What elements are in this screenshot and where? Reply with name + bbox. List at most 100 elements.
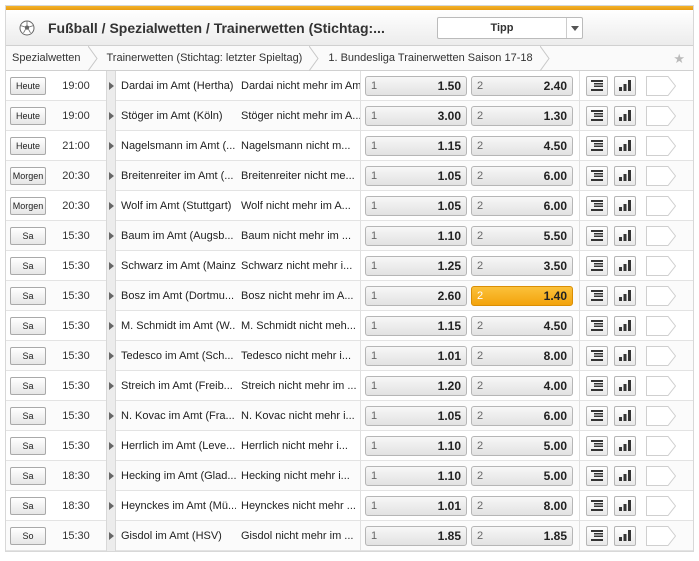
odds-button-2[interactable]: 2 6.00 — [471, 405, 573, 426]
odds-button-2[interactable]: 2 4.50 — [471, 315, 573, 336]
bar-chart-icon[interactable] — [614, 315, 636, 336]
add-to-betslip-button[interactable] — [646, 195, 677, 216]
add-to-betslip-button[interactable] — [646, 495, 677, 516]
triangle-right-icon[interactable] — [106, 340, 116, 371]
add-to-betslip-button[interactable] — [646, 255, 677, 276]
day-button[interactable]: Sa — [10, 436, 46, 455]
list-icon[interactable] — [586, 375, 608, 396]
triangle-right-icon[interactable] — [106, 70, 116, 101]
list-icon[interactable] — [586, 225, 608, 246]
odds-button-2[interactable]: 2 5.00 — [471, 435, 573, 456]
triangle-right-icon[interactable] — [106, 130, 116, 161]
bar-chart-icon[interactable] — [614, 255, 636, 276]
triangle-right-icon[interactable] — [106, 100, 116, 131]
list-icon[interactable] — [586, 405, 608, 426]
add-to-betslip-button[interactable] — [646, 345, 677, 366]
bar-chart-icon[interactable] — [614, 285, 636, 306]
bar-chart-icon[interactable] — [614, 375, 636, 396]
triangle-right-icon[interactable] — [106, 430, 116, 461]
day-button[interactable]: So — [10, 526, 46, 545]
bar-chart-icon[interactable] — [614, 135, 636, 156]
chevron-down-icon[interactable] — [566, 18, 582, 38]
list-icon[interactable] — [586, 75, 608, 96]
bar-chart-icon[interactable] — [614, 525, 636, 546]
odds-button-2[interactable]: 2 6.00 — [471, 195, 573, 216]
triangle-right-icon[interactable] — [106, 370, 116, 401]
list-icon[interactable] — [586, 195, 608, 216]
add-to-betslip-button[interactable] — [646, 405, 677, 426]
bar-chart-icon[interactable] — [614, 75, 636, 96]
odds-button-1[interactable]: 1 1.01 — [365, 345, 467, 366]
day-button[interactable]: Sa — [10, 316, 46, 335]
triangle-right-icon[interactable] — [106, 220, 116, 251]
odds-button-1[interactable]: 1 1.05 — [365, 405, 467, 426]
breadcrumb-item-trainerwetten[interactable]: Trainerwetten (Stichtag: letzter Spielta… — [97, 46, 319, 71]
day-button[interactable]: Heute — [10, 76, 46, 95]
day-button[interactable]: Sa — [10, 466, 46, 485]
add-to-betslip-button[interactable] — [646, 165, 677, 186]
add-to-betslip-button[interactable] — [646, 435, 677, 456]
odds-button-2[interactable]: 2 1.85 — [471, 525, 573, 546]
list-icon[interactable] — [586, 435, 608, 456]
list-icon[interactable] — [586, 315, 608, 336]
day-button[interactable]: Sa — [10, 256, 46, 275]
odds-button-1[interactable]: 1 1.85 — [365, 525, 467, 546]
day-button[interactable]: Sa — [10, 226, 46, 245]
market-dropdown[interactable]: Tipp — [437, 17, 583, 39]
list-icon[interactable] — [586, 495, 608, 516]
add-to-betslip-button[interactable] — [646, 315, 677, 336]
day-button[interactable]: Heute — [10, 136, 46, 155]
odds-button-2[interactable]: 2 5.00 — [471, 465, 573, 486]
odds-button-2[interactable]: 2 1.40 — [471, 285, 573, 306]
odds-button-1[interactable]: 1 1.10 — [365, 225, 467, 246]
star-icon[interactable]: ★ — [673, 51, 685, 67]
odds-button-1[interactable]: 1 1.50 — [365, 75, 467, 96]
odds-button-2[interactable]: 2 4.50 — [471, 135, 573, 156]
add-to-betslip-button[interactable] — [646, 135, 677, 156]
odds-button-1[interactable]: 1 1.25 — [365, 255, 467, 276]
list-icon[interactable] — [586, 285, 608, 306]
list-icon[interactable] — [586, 255, 608, 276]
list-icon[interactable] — [586, 345, 608, 366]
day-button[interactable]: Heute — [10, 106, 46, 125]
day-button[interactable]: Morgen — [10, 166, 46, 185]
add-to-betslip-button[interactable] — [646, 75, 677, 96]
add-to-betslip-button[interactable] — [646, 525, 677, 546]
list-icon[interactable] — [586, 135, 608, 156]
odds-button-1[interactable]: 1 1.20 — [365, 375, 467, 396]
triangle-right-icon[interactable] — [106, 160, 116, 191]
odds-button-2[interactable]: 2 3.50 — [471, 255, 573, 276]
triangle-right-icon[interactable] — [106, 280, 116, 311]
odds-button-2[interactable]: 2 4.00 — [471, 375, 573, 396]
add-to-betslip-button[interactable] — [646, 465, 677, 486]
bar-chart-icon[interactable] — [614, 165, 636, 186]
add-to-betslip-button[interactable] — [646, 375, 677, 396]
list-icon[interactable] — [586, 105, 608, 126]
odds-button-1[interactable]: 1 1.15 — [365, 315, 467, 336]
odds-button-2[interactable]: 2 2.40 — [471, 75, 573, 96]
day-button[interactable]: Morgen — [10, 196, 46, 215]
list-icon[interactable] — [586, 525, 608, 546]
triangle-right-icon[interactable] — [106, 460, 116, 491]
add-to-betslip-button[interactable] — [646, 225, 677, 246]
bar-chart-icon[interactable] — [614, 345, 636, 366]
day-button[interactable]: Sa — [10, 286, 46, 305]
odds-button-1[interactable]: 1 1.10 — [365, 465, 467, 486]
odds-button-2[interactable]: 2 6.00 — [471, 165, 573, 186]
odds-button-1[interactable]: 1 2.60 — [365, 285, 467, 306]
breadcrumb-item-spezialwetten[interactable]: Spezialwetten — [6, 46, 98, 71]
odds-button-1[interactable]: 1 1.05 — [365, 195, 467, 216]
triangle-right-icon[interactable] — [106, 490, 116, 521]
triangle-right-icon[interactable] — [106, 250, 116, 281]
list-icon[interactable] — [586, 465, 608, 486]
list-icon[interactable] — [586, 165, 608, 186]
odds-button-1[interactable]: 1 1.15 — [365, 135, 467, 156]
triangle-right-icon[interactable] — [106, 310, 116, 341]
add-to-betslip-button[interactable] — [646, 105, 677, 126]
odds-button-1[interactable]: 1 1.01 — [365, 495, 467, 516]
odds-button-1[interactable]: 1 1.05 — [365, 165, 467, 186]
odds-button-1[interactable]: 1 3.00 — [365, 105, 467, 126]
bar-chart-icon[interactable] — [614, 435, 636, 456]
odds-button-2[interactable]: 2 8.00 — [471, 495, 573, 516]
day-button[interactable]: Sa — [10, 376, 46, 395]
